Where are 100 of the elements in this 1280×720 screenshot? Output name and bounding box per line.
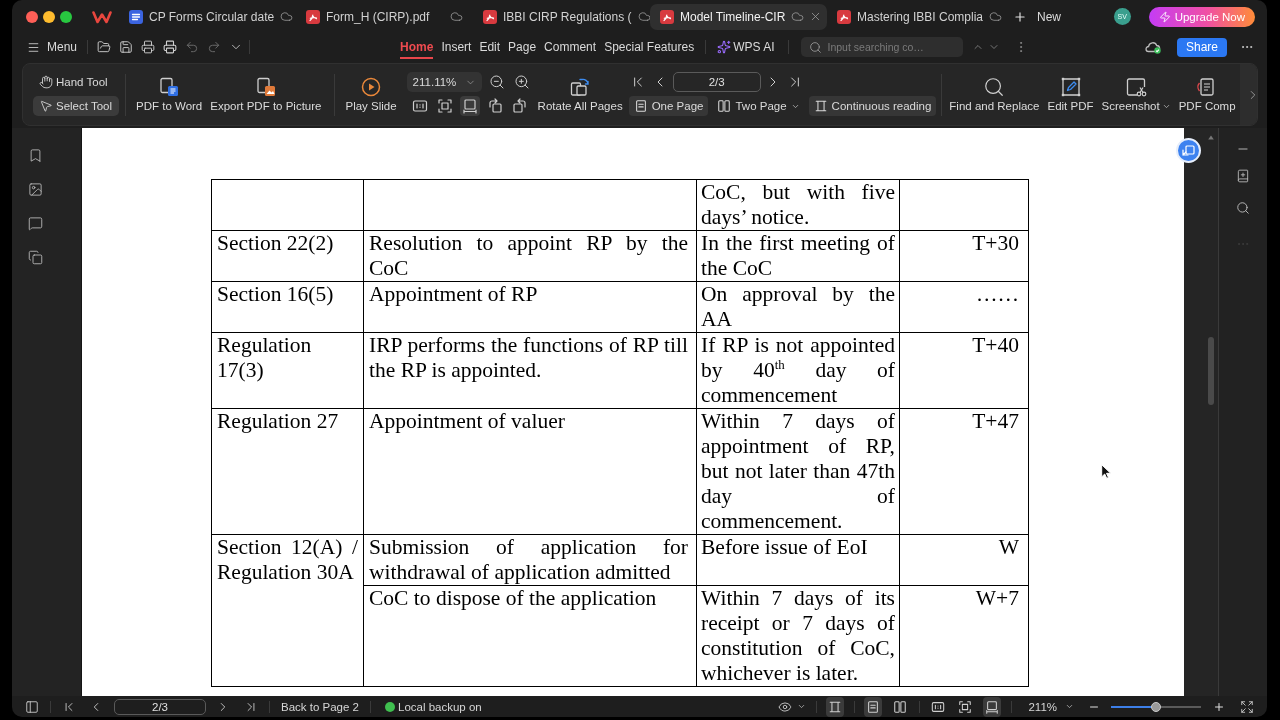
table-cell: T+30 [900,231,1029,282]
one-page-button[interactable]: One Page [628,96,709,116]
table-cell: Submission of application for withdrawal of application admitted [364,535,697,586]
minimize-window-button[interactable] [43,10,55,23]
two-page-button[interactable]: Two Page [712,96,805,116]
pdf-icon [483,9,497,24]
table-cell: On approval by the AA [697,282,900,333]
document-tab[interactable]: Form_H (CIRP).pdf [296,3,473,30]
table-cell: Appointment of RP [364,282,697,333]
export-picture-button[interactable]: Export PDF to Picture [206,76,326,113]
ribbon-tab[interactable]: Home [400,35,434,59]
table-cell: Regulation 17(3) [212,333,364,409]
play-icon [360,76,383,98]
upgrade-button[interactable]: Upgrade Now [1148,6,1255,27]
hand-icon [39,75,53,89]
image-convert-icon [254,76,277,98]
table-cell: W+7 [900,586,1029,687]
table-cell: CoC, but with five days’ notice. [697,180,900,231]
chevron-down-icon[interactable] [797,702,807,711]
rotate-pages-icon [569,76,592,98]
new-tab-button[interactable]: New [1013,9,1061,24]
edit-pdf-button[interactable]: Edit PDF [1043,76,1098,113]
search-field[interactable]: Input searching co… [800,37,963,57]
table-cell: Within 7 days of appointment of RP, but not later than 47th day of commencement. [697,409,900,535]
pdf-icon [660,9,674,24]
fullscreen-icon[interactable] [1240,699,1254,714]
cloud-icon [450,10,463,23]
zoom-window-button[interactable] [60,10,72,23]
close-window-button[interactable] [26,10,38,23]
rotate-pages-button[interactable]: Rotate All Pages [533,76,627,113]
zoom-dropdown[interactable]: 211.11% [406,72,482,92]
cloud-check-icon[interactable] [1144,39,1162,55]
table-cell: If RP is not appointed by 40$^{th}$ day of commencement [697,333,900,409]
zoom-in-icon[interactable] [1213,700,1225,713]
document-tab[interactable]: IBBI CIRP Regulations ( [473,3,650,30]
table-cell: T+40 [900,333,1029,409]
table-cell: Appointment of valuer [364,409,697,535]
zoom-level-dropdown[interactable]: 211% [1028,700,1074,713]
cursor-icon [39,99,53,113]
compress-button[interactable]: PDF Comp [1174,76,1240,113]
sidebar-toggle-icon[interactable] [25,699,39,714]
page-number-field[interactable]: 2/3 [672,72,761,92]
ribbon-tab[interactable]: Special Features [604,35,695,59]
pdf-to-word-button[interactable]: PDF to Word [132,76,207,113]
ribbon-tab[interactable]: Page [508,35,537,59]
print-icon[interactable] [163,40,178,54]
continuous-scroll-icon[interactable] [813,99,828,113]
document-tab[interactable]: CP Forms Circular date [119,3,296,30]
sparkle-icon [717,40,732,54]
back-to-page-link[interactable]: Back to Page 2 [281,700,359,713]
select-tool-button[interactable]: Select Tool [33,96,119,116]
ribbon-tab[interactable]: Edit [479,35,501,59]
table-cell: CoC to dispose of the application [364,586,697,687]
folder-icon[interactable] [97,40,112,54]
search-icon [808,40,822,54]
mouse-pointer-icon [1101,464,1111,479]
ai-button[interactable]: WPS AI [717,40,775,54]
share-button[interactable]: Share [1177,37,1227,57]
play-slide-button[interactable]: Play Slide [341,76,401,113]
document-tab[interactable]: Model Timeline-CIR [650,3,827,30]
menu-button[interactable]: Menu [27,40,78,54]
redo-icon[interactable] [207,40,222,54]
table-cell: Section 16(5) [212,282,364,333]
ribbon-tab[interactable]: Insert [441,35,472,59]
zoom-out-icon[interactable] [488,74,505,90]
search-icon[interactable] [1236,201,1250,215]
copy-icon[interactable] [28,250,43,265]
zoom-in-icon[interactable] [513,74,530,90]
continuous-reading-button[interactable]: Continuous reading [808,96,937,116]
two-page-icon[interactable] [717,99,732,113]
page-number-field[interactable]: 2/3 [114,698,206,715]
bookmark-icon[interactable] [28,148,43,163]
table-cell: In the first meeting of the CoC [697,231,900,282]
comment-icon[interactable] [28,216,43,231]
screenshot-button[interactable]: Screenshot [1097,76,1175,113]
search-icon [983,76,1006,98]
document-tab[interactable]: Mastering IBBI Complia [827,3,1004,30]
app-logo-icon[interactable] [92,9,112,24]
eye-icon[interactable] [778,699,793,714]
edit-frame-icon [1059,76,1082,98]
pdf-icon [306,9,320,24]
find-replace-button[interactable]: Find and Replace [945,76,1044,113]
single-page-icon[interactable] [633,99,648,113]
ribbon-tab[interactable]: Comment [544,35,597,59]
print-icon[interactable] [141,40,156,54]
plus-icon [1013,9,1027,24]
table-cell: …… [900,282,1029,333]
image-icon[interactable] [28,182,43,197]
table-cell: IRP performs the functions of RP till the RP is appointed. [364,333,697,409]
scroll-up-icon[interactable] [1208,135,1214,140]
scrollbar-thumb[interactable] [1208,337,1214,405]
slider-thumb[interactable] [1151,701,1161,712]
hand-tool-button[interactable]: Hand Tool [33,72,119,92]
table-cell: Before issue of EoI [697,535,900,586]
book-plus-icon[interactable] [1236,169,1250,183]
undo-icon[interactable] [185,40,200,54]
page-convert-icon [158,76,181,98]
save-icon[interactable] [119,40,134,54]
pdf-icon [837,9,851,24]
cloud-icon [637,10,651,23]
